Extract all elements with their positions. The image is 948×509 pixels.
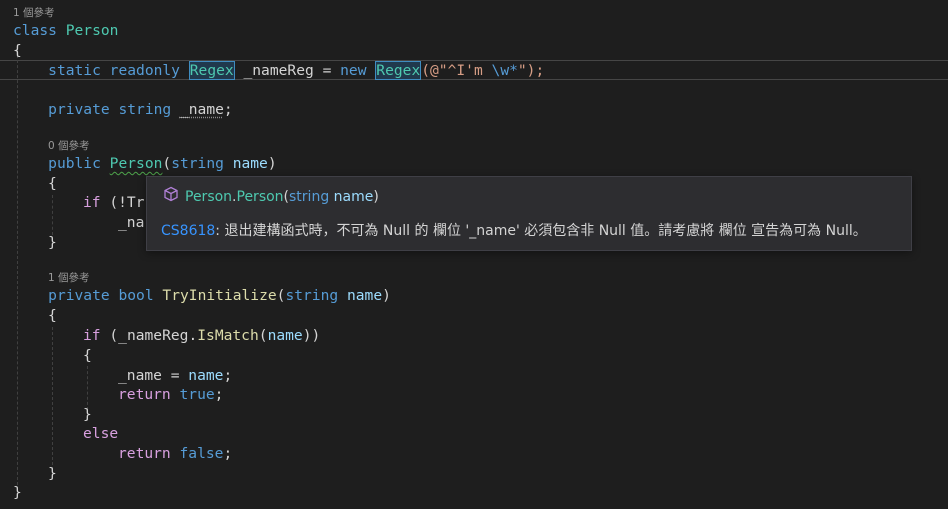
punctuation: ( (162, 155, 172, 172)
code-line: _na (118, 214, 145, 231)
code-line: if (_nameReg.IsMatch(name)) (83, 326, 320, 346)
code-lens-references[interactable]: 1 個參考 (48, 271, 90, 285)
signature-ctor[interactable]: Person (237, 189, 284, 205)
signature-param-type: string (289, 189, 330, 205)
code-line: } (83, 406, 92, 423)
punctuation: ( (258, 327, 268, 344)
keyword: if (83, 327, 101, 344)
code-line: if (!Tr (83, 193, 145, 213)
tooltip-diagnostic: CS8618: 退出建構函式時，不可為 Null 的 欄位 '_name' 必須… (161, 221, 867, 241)
keyword: readonly (109, 62, 180, 79)
keyword: bool (118, 287, 154, 304)
tooltip-signature: Person.Person(string name) (163, 186, 379, 206)
code-lens-references[interactable]: 1 個參考 (13, 6, 55, 20)
code-line: { (48, 175, 57, 192)
keyword: static (48, 62, 101, 79)
parameter: name (346, 287, 383, 304)
code-line: private string _name; (13, 100, 233, 120)
keyword: private (48, 101, 110, 118)
field-reference: (_nameReg. (109, 327, 198, 344)
code-lens-references[interactable]: 0 個參考 (48, 139, 90, 153)
keyword: new (340, 62, 367, 79)
keyword: string (285, 287, 339, 304)
string-literal: "); (517, 62, 545, 79)
parameter: name (267, 327, 303, 344)
error-code-link[interactable]: CS8618 (161, 223, 215, 239)
code-line: { (83, 347, 92, 364)
code-line: } (48, 234, 57, 251)
partial-code: (!Tr (100, 194, 145, 211)
field-declaration: _nameReg = (234, 62, 341, 79)
code-line: public Person(string name) (13, 154, 277, 174)
keyword: return (118, 386, 171, 403)
punctuation: ) (382, 287, 391, 304)
keyword: public (48, 155, 101, 172)
error-message: : 退出建構函式時，不可為 Null 的 欄位 '_name' 必須包含非 Nu… (215, 223, 867, 239)
punctuation: ) (267, 155, 277, 172)
punctuation: ; (214, 386, 224, 403)
class-name[interactable]: Person (66, 22, 119, 39)
keyword: else (83, 425, 119, 442)
indent-guide (52, 195, 53, 235)
code-line: { (13, 42, 22, 59)
keyword: return (118, 445, 171, 462)
keyword: string (118, 101, 172, 118)
code-line: class Person (13, 21, 118, 41)
punctuation: )) (302, 327, 321, 344)
code-editor[interactable]: 1 個參考 class Person { static readonly Reg… (0, 0, 948, 509)
field-name[interactable]: _name (180, 101, 224, 118)
indent-guide (87, 366, 88, 410)
code-line: return false; (118, 444, 232, 464)
string-literal: (@"^I'm (421, 62, 492, 79)
method-name[interactable]: TryInitialize (162, 287, 276, 304)
code-line: private bool TryInitialize(string name) (13, 286, 391, 306)
highlighted-type-reference[interactable]: Regex (188, 61, 235, 80)
punctuation: ) (373, 189, 379, 205)
code-line: } (13, 484, 22, 501)
code-line: return true; (118, 385, 223, 405)
code-line: { (48, 307, 57, 324)
code-line: } (48, 465, 57, 482)
punctuation: ; (223, 101, 233, 118)
method-cube-icon (163, 186, 179, 208)
keyword: false (179, 445, 224, 462)
field-assignment: _name = (118, 367, 189, 384)
highlighted-type-reference[interactable]: Regex (375, 61, 422, 80)
code-line: _name = name; (118, 366, 232, 386)
punctuation: ; (223, 445, 233, 462)
code-line: static readonly Regex _nameReg = new Reg… (13, 61, 544, 81)
keyword: class (13, 22, 57, 39)
signature-class[interactable]: Person (185, 189, 232, 205)
parameter: name (232, 155, 268, 172)
keyword: string (171, 155, 224, 172)
indent-guide (52, 327, 53, 470)
regex-escape: \w* (491, 62, 518, 79)
method-call[interactable]: IsMatch (197, 327, 259, 344)
parameter: name (188, 367, 224, 384)
punctuation: ; (223, 367, 233, 384)
keyword: private (48, 287, 110, 304)
code-line: else (83, 424, 118, 444)
keyword: true (179, 386, 215, 403)
keyword: if (83, 194, 101, 211)
constructor-name-warning[interactable]: Person (110, 155, 163, 172)
signature-param-name: name (329, 189, 374, 205)
quick-info-tooltip[interactable]: Person.Person(string name) CS8618: 退出建構函… (146, 176, 912, 251)
